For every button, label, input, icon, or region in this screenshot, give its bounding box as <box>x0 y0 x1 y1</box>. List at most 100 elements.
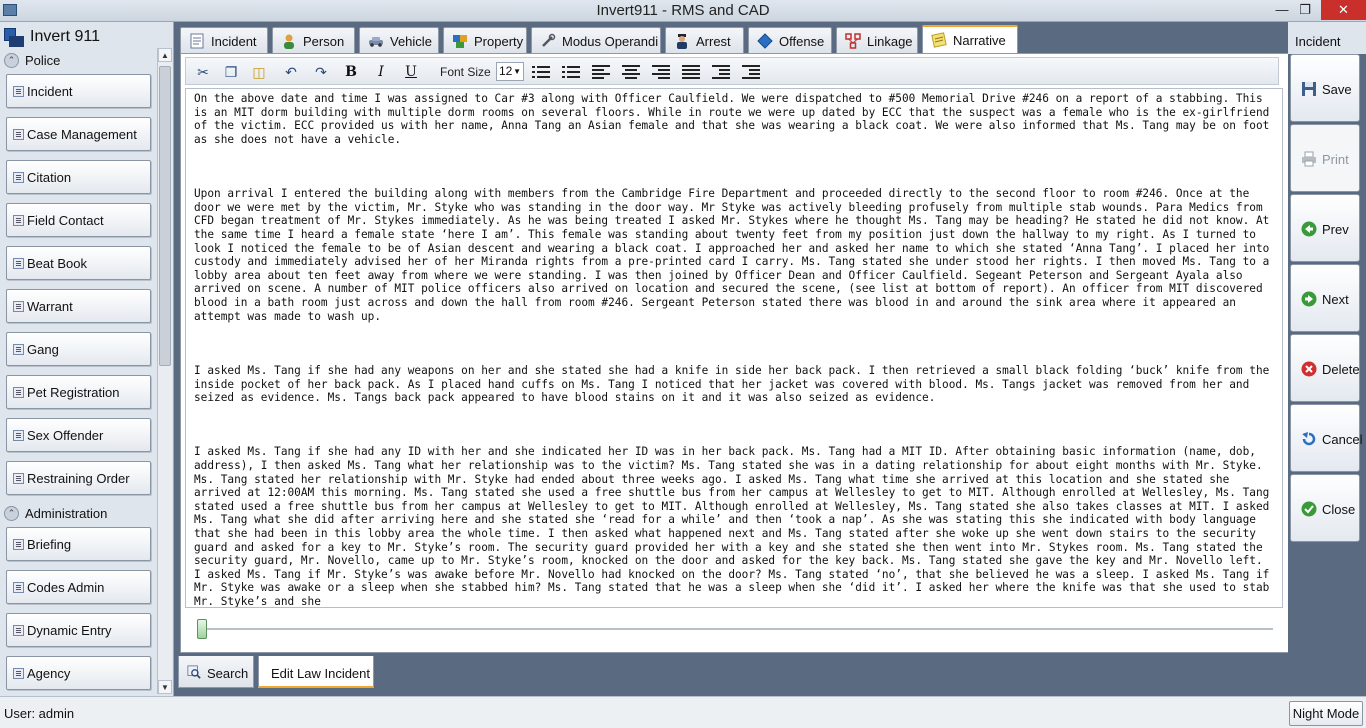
sidebar-item-field-contact[interactable]: Field Contact <box>6 203 151 237</box>
numbered-list-icon[interactable] <box>562 64 580 80</box>
chevron-up-icon: ⌃ <box>4 506 19 521</box>
font-size-select[interactable]: 12 ▼ <box>496 62 524 81</box>
copy-icon[interactable]: ❐ <box>220 61 242 83</box>
night-mode-button[interactable]: Night Mode <box>1289 701 1363 726</box>
form-icon <box>13 387 24 398</box>
outdent-icon[interactable] <box>712 64 730 80</box>
print-button[interactable]: Print <box>1290 124 1360 192</box>
horizontal-slider[interactable] <box>195 619 1273 639</box>
invert911-logo-icon <box>4 28 24 48</box>
indent-icon[interactable] <box>742 64 760 80</box>
sidebar-item-codes-admin[interactable]: Codes Admin <box>6 570 151 604</box>
form-icon <box>13 539 24 550</box>
underline-icon[interactable]: U <box>400 61 422 83</box>
form-icon <box>13 582 24 593</box>
editor-toolbar: ✂ ❐ ◫ ↶ ↷ B I U Font Size 12 ▼ <box>185 57 1279 85</box>
disk-icon <box>1302 82 1316 96</box>
form-icon <box>13 215 24 226</box>
sidebar: Invert 911 ⌃ Police Incident Case Manage… <box>0 22 174 696</box>
redo-icon[interactable]: ↷ <box>310 61 332 83</box>
sidebar-item-briefing[interactable]: Briefing <box>6 527 151 561</box>
chevron-up-icon: ⌃ <box>4 53 19 68</box>
delete-icon <box>1301 361 1317 377</box>
delete-button[interactable]: Delete <box>1290 334 1360 402</box>
notes-icon <box>931 32 947 48</box>
tools-icon <box>542 33 556 47</box>
align-left-icon[interactable] <box>592 64 610 80</box>
narrative-paragraph: I asked Ms. Tang if she had any weapons … <box>194 363 1270 405</box>
bullet-list-icon[interactable] <box>532 64 550 80</box>
tab-person[interactable]: Person <box>272 27 355 53</box>
font-size-label: Font Size <box>440 65 491 79</box>
slider-handle[interactable] <box>197 619 207 639</box>
scrollbar-thumb[interactable] <box>159 66 171 366</box>
arrow-right-icon <box>1301 291 1317 307</box>
sidebar-item-sex-offender[interactable]: Sex Offender <box>6 418 151 452</box>
narrative-panel: ✂ ❐ ◫ ↶ ↷ B I U Font Size 12 ▼ On the ab… <box>180 53 1290 653</box>
sidebar-item-agency[interactable]: Agency <box>6 656 151 690</box>
sidebar-item-dynamic-entry[interactable]: Dynamic Entry <box>6 613 151 647</box>
document-icon <box>190 33 204 49</box>
sidebar-item-restraining-order[interactable]: Restraining Order <box>6 461 151 495</box>
scroll-down-icon[interactable]: ▼ <box>158 680 172 694</box>
narrative-paragraph: I asked Ms. Tang if she had any ID with … <box>194 445 1270 608</box>
status-bar: User: admin Night Mode <box>0 696 1366 728</box>
sidebar-item-incident[interactable]: Incident <box>6 74 151 108</box>
sidebar-item-case-management[interactable]: Case Management <box>6 117 151 151</box>
car-icon <box>369 37 383 47</box>
person-icon <box>284 34 294 49</box>
tab-incident[interactable]: Incident <box>180 27 268 53</box>
scroll-up-icon[interactable]: ▲ <box>158 48 172 62</box>
tab-offense[interactable]: Offense <box>748 27 832 53</box>
sidebar-item-gang[interactable]: Gang <box>6 332 151 366</box>
sidebar-scrollbar[interactable]: ▲ ▼ <box>157 48 172 694</box>
cut-icon[interactable]: ✂ <box>192 61 214 83</box>
main-panel: Incident Person Vehicle Property Modus O… <box>176 22 1290 656</box>
action-bar: Incident Save Print Prev Next Delete Can… <box>1288 22 1366 656</box>
form-icon <box>13 430 24 441</box>
tab-strip: Incident Person Vehicle Property Modus O… <box>180 25 1290 53</box>
sidebar-item-citation[interactable]: Citation <box>6 160 151 194</box>
tab-linkage[interactable]: Linkage <box>836 27 918 53</box>
form-icon <box>13 344 24 355</box>
sidebar-item-pet-registration[interactable]: Pet Registration <box>6 375 151 409</box>
bottom-tab-strip: Search Edit Law Incident <box>174 656 1366 690</box>
prev-button[interactable]: Prev <box>1290 194 1360 262</box>
tab-arrest[interactable]: Arrest <box>665 27 744 53</box>
close-button[interactable]: Close <box>1290 474 1360 542</box>
close-window-button[interactable]: ✕ <box>1321 0 1366 20</box>
tab-narrative[interactable]: Narrative <box>922 25 1018 53</box>
section-police[interactable]: ⌃ Police <box>4 52 154 70</box>
current-user: User: admin <box>4 706 75 721</box>
sidebar-item-warrant[interactable]: Warrant <box>6 289 151 323</box>
bold-icon[interactable]: B <box>340 61 362 83</box>
tab-property[interactable]: Property <box>443 27 527 53</box>
maximize-button[interactable]: ❐ <box>1291 0 1319 20</box>
narrative-paragraph: On the above date and time I was assigne… <box>194 92 1270 146</box>
paste-icon[interactable]: ◫ <box>248 61 270 83</box>
narrative-paragraph: Upon arrival I entered the building alon… <box>194 187 1270 323</box>
tab-edit-law-incident[interactable]: Edit Law Incident <box>258 656 374 688</box>
italic-icon[interactable]: I <box>370 61 392 83</box>
undo-icon[interactable]: ↶ <box>280 61 302 83</box>
brand-name: Invert 911 <box>30 28 100 45</box>
undo-icon <box>1302 432 1316 446</box>
sidebar-item-beat-book[interactable]: Beat Book <box>6 246 151 280</box>
justify-icon[interactable] <box>682 64 700 80</box>
title-bar: Invert911 - RMS and CAD — ❐ ✕ <box>0 0 1366 22</box>
tab-vehicle[interactable]: Vehicle <box>359 27 439 53</box>
save-button[interactable]: Save <box>1290 54 1360 122</box>
tab-modus-operandi[interactable]: Modus Operandi <box>531 27 661 53</box>
next-button[interactable]: Next <box>1290 264 1360 332</box>
tab-search[interactable]: Search <box>178 656 254 688</box>
section-administration[interactable]: ⌃ Administration <box>4 505 154 523</box>
align-right-icon[interactable] <box>652 64 670 80</box>
printer-icon <box>1302 151 1316 167</box>
narrative-text-area[interactable]: On the above date and time I was assigne… <box>185 88 1283 608</box>
slider-track <box>205 628 1273 630</box>
action-bar-title: Incident <box>1295 34 1341 49</box>
form-icon <box>13 86 24 97</box>
align-center-icon[interactable] <box>622 64 640 80</box>
boxes-icon <box>453 35 467 48</box>
cancel-button[interactable]: Cancel <box>1290 404 1362 472</box>
